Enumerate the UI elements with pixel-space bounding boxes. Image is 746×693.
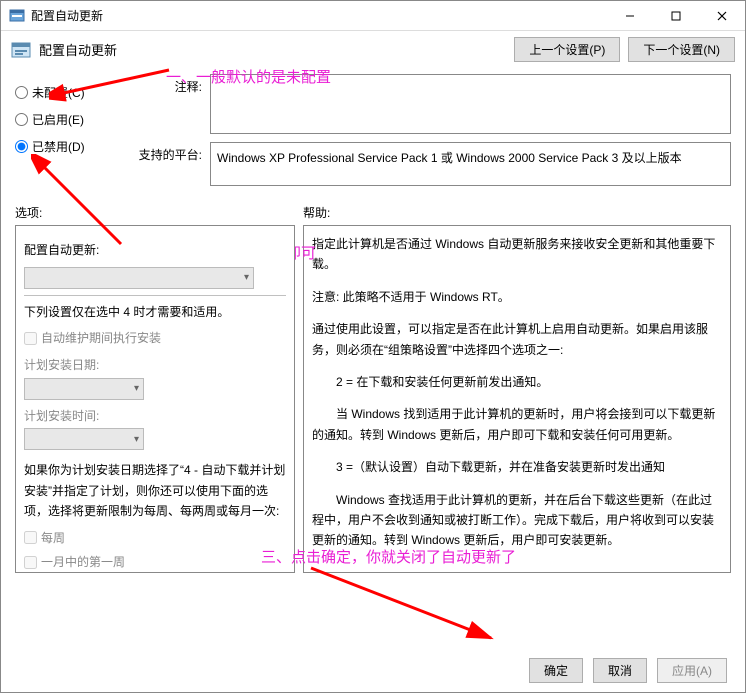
- comment-textarea[interactable]: [210, 74, 731, 134]
- close-button[interactable]: [699, 1, 745, 30]
- help-p3: 通过使用此设置，可以指定是否在此计算机上启用自动更新。如果启用该服务，则必须在“…: [312, 319, 722, 360]
- maintenance-checkbox[interactable]: [24, 332, 37, 345]
- window-title: 配置自动更新: [31, 7, 607, 24]
- weekly-checkbox[interactable]: [24, 531, 37, 544]
- content: 一、一般默认的是未配置 未配置(C) 已启用(E) 已禁用(D) 注释:: [1, 68, 745, 573]
- first-week-checkbox[interactable]: [24, 556, 37, 569]
- help-p5: 当 Windows 找到适用于此计算机的更新时，用户将会接到可以下载更新的通知。…: [312, 404, 722, 445]
- minimize-button[interactable]: [607, 1, 653, 30]
- weekly-check-row[interactable]: 每周: [24, 528, 286, 548]
- radio-enabled-input[interactable]: [15, 113, 28, 126]
- help-label: 帮助:: [303, 204, 330, 221]
- weekly-label: 每周: [41, 528, 65, 548]
- radio-unconfigured-input[interactable]: [15, 86, 28, 99]
- plan-date-label: 计划安装日期:: [24, 355, 286, 375]
- radio-column: 未配置(C) 已启用(E) 已禁用(D): [15, 74, 115, 194]
- next-setting-button[interactable]: 下一个设置(N): [628, 37, 735, 62]
- nav-buttons: 上一个设置(P) 下一个设置(N): [514, 37, 735, 62]
- chevron-down-icon: ▾: [134, 431, 139, 448]
- window-buttons: [607, 1, 745, 30]
- radio-enabled[interactable]: 已启用(E): [15, 111, 115, 128]
- footer: 确定 取消 应用(A): [1, 648, 745, 692]
- page-title: 配置自动更新: [39, 40, 117, 59]
- comment-label: 注释:: [135, 74, 210, 95]
- help-p7: Windows 查找适用于此计算机的更新，并在后台下载这些更新（在此过程中，用户…: [312, 490, 722, 551]
- help-panel[interactable]: 指定此计算机是否通过 Windows 自动更新服务来接收安全更新和其他重要下载。…: [303, 225, 731, 573]
- radio-unconfigured[interactable]: 未配置(C): [15, 84, 115, 101]
- options-note: 下列设置仅在选中 4 时才需要和适用。: [24, 302, 286, 322]
- platform-row: 支持的平台: Windows XP Professional Service P…: [135, 142, 731, 186]
- titlebar: 配置自动更新: [1, 1, 745, 31]
- help-p2: 注意: 此策略不适用于 Windows RT。: [312, 287, 722, 307]
- header-row: 配置自动更新 上一个设置(P) 下一个设置(N): [1, 31, 745, 68]
- chevron-down-icon: ▾: [134, 380, 139, 397]
- chevron-down-icon: ▾: [244, 269, 249, 286]
- plan-time-label: 计划安装时间:: [24, 406, 286, 426]
- comment-row: 注释:: [135, 74, 731, 134]
- cancel-button[interactable]: 取消: [593, 658, 647, 683]
- platform-label: 支持的平台:: [135, 142, 210, 163]
- prev-setting-button[interactable]: 上一个设置(P): [514, 37, 620, 62]
- config-dropdown[interactable]: ▾: [24, 267, 254, 289]
- options-label: 选项:: [15, 204, 303, 221]
- help-p1: 指定此计算机是否通过 Windows 自动更新服务来接收安全更新和其他重要下载。: [312, 234, 722, 275]
- section-labels: 选项: 帮助:: [15, 204, 731, 221]
- separator: [24, 295, 286, 296]
- radio-unconfigured-label: 未配置(C): [32, 84, 85, 101]
- options-long-note: 如果你为计划安装日期选择了“4 - 自动下载并计划安装”并指定了计划，则你还可以…: [24, 460, 286, 521]
- radio-disabled-input[interactable]: [15, 140, 28, 153]
- platform-value: Windows XP Professional Service Pack 1 或…: [210, 142, 731, 186]
- window: 配置自动更新 配置自动更新 上一个设置(P) 下一个设置(N) 一、一般默认的是…: [0, 0, 746, 693]
- plan-date-dropdown[interactable]: ▾: [24, 378, 144, 400]
- options-panel[interactable]: 配置自动更新: ▾ 下列设置仅在选中 4 时才需要和适用。 自动维护期间执行安装…: [15, 225, 295, 573]
- right-block: 注释: 支持的平台: Windows XP Professional Servi…: [135, 74, 731, 194]
- radio-disabled-label: 已禁用(D): [32, 138, 85, 155]
- arrow-3-icon: [301, 558, 521, 658]
- options-heading: 配置自动更新:: [24, 240, 286, 260]
- maximize-button[interactable]: [653, 1, 699, 30]
- help-p4: 2 = 在下载和安装任何更新前发出通知。: [312, 372, 722, 392]
- first-week-label: 一月中的第一周: [41, 552, 125, 572]
- ok-button[interactable]: 确定: [529, 658, 583, 683]
- radio-section: 未配置(C) 已启用(E) 已禁用(D) 注释: 支持的平台:: [15, 74, 731, 194]
- app-icon: [9, 8, 25, 24]
- apply-button: 应用(A): [657, 658, 727, 683]
- policy-icon: [11, 40, 31, 60]
- plan-time-dropdown[interactable]: ▾: [24, 428, 144, 450]
- panels: 配置自动更新: ▾ 下列设置仅在选中 4 时才需要和适用。 自动维护期间执行安装…: [15, 225, 731, 573]
- first-week-check-row[interactable]: 一月中的第一周: [24, 552, 286, 572]
- maintenance-check-label: 自动维护期间执行安装: [41, 328, 161, 348]
- radio-enabled-label: 已启用(E): [32, 111, 84, 128]
- maintenance-check-row[interactable]: 自动维护期间执行安装: [24, 328, 286, 348]
- radio-disabled[interactable]: 已禁用(D): [15, 138, 115, 155]
- help-p6: 3 =（默认设置）自动下载更新，并在准备安装更新时发出通知: [312, 457, 722, 477]
